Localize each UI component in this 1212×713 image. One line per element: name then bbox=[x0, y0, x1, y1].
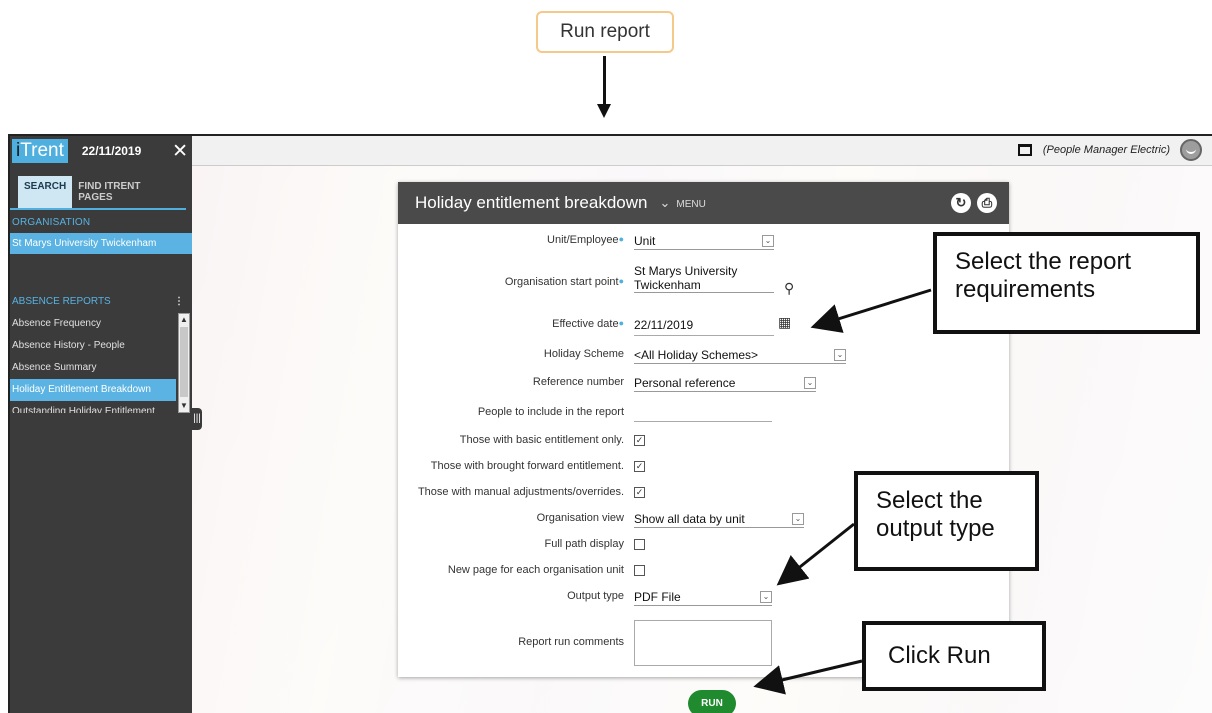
reference-number-select[interactable]: Personal reference ⌄ bbox=[634, 374, 816, 392]
panel-header-icons: ↻ ⎙ bbox=[951, 193, 997, 213]
sidebar-date: 22/11/2019 bbox=[81, 144, 142, 158]
down-arrow-head bbox=[597, 104, 611, 118]
calendar-icon[interactable]: ▦ bbox=[778, 314, 791, 331]
scroll-thumb[interactable] bbox=[180, 327, 188, 397]
avatar[interactable] bbox=[1180, 139, 1202, 161]
absence-reports-header: ABSENCE REPORTS ⋮ bbox=[10, 254, 192, 307]
chevron-down-icon: ⌄ bbox=[834, 348, 846, 361]
close-icon[interactable]: ✕ bbox=[172, 140, 188, 163]
search-icon[interactable]: ⚲ bbox=[784, 280, 794, 297]
down-arrow bbox=[603, 56, 606, 108]
callout-select-output-type: Select the output type bbox=[854, 471, 1039, 571]
window-icon[interactable] bbox=[1018, 144, 1032, 156]
report-list: Absence Frequency Absence History - Peop… bbox=[10, 313, 192, 413]
effective-date-label: Effective date● bbox=[552, 318, 624, 330]
full-path-label: Full path display bbox=[544, 538, 625, 550]
basic-entitlement-checkbox[interactable]: ✓ bbox=[634, 435, 645, 446]
report-list-scrollbar[interactable]: ▲ ▼ bbox=[178, 313, 190, 413]
holiday-scheme-label: Holiday Scheme bbox=[543, 348, 624, 360]
new-page-label: New page for each organisation unit bbox=[447, 564, 624, 576]
panel-title: Holiday entitlement breakdown bbox=[415, 193, 648, 212]
comments-label: Report run comments bbox=[518, 636, 624, 648]
report-item-holiday-entitlement-breakdown[interactable]: Holiday Entitlement Breakdown bbox=[10, 379, 176, 401]
chevron-down-icon: ⌄ bbox=[659, 195, 671, 210]
sidebar: iTrent 22/11/2019 ✕ SEARCH FIND ITRENT P… bbox=[10, 136, 192, 713]
effective-date-field[interactable]: 22/11/2019 bbox=[634, 318, 774, 336]
refresh-icon[interactable]: ↻ bbox=[951, 193, 971, 213]
tab-find-itrent-pages[interactable]: FIND ITRENT PAGES bbox=[72, 176, 178, 208]
org-start-field[interactable]: St Marys University Twickenham bbox=[634, 264, 774, 293]
brought-forward-checkbox[interactable]: ✓ bbox=[634, 461, 645, 472]
menu-button[interactable]: ⌄ MENU bbox=[659, 195, 705, 211]
chevron-down-icon: ⌄ bbox=[804, 376, 816, 389]
top-bar: (People Manager Electric) bbox=[192, 136, 1212, 166]
run-button[interactable]: RUN bbox=[688, 690, 736, 713]
reference-number-label: Reference number bbox=[532, 376, 624, 388]
comments-textarea[interactable] bbox=[634, 620, 772, 666]
callout-select-requirements: Select the report requirements bbox=[933, 232, 1200, 334]
chevron-down-icon: ⌄ bbox=[792, 512, 804, 525]
org-view-label: Organisation view bbox=[536, 512, 624, 524]
scroll-up-icon[interactable]: ▲ bbox=[179, 314, 189, 326]
organisation-item[interactable]: St Marys University Twickenham bbox=[10, 233, 192, 254]
output-type-label: Output type bbox=[567, 590, 624, 602]
panel-header: Holiday entitlement breakdown ⌄ MENU ↻ ⎙ bbox=[398, 182, 1009, 224]
organisation-label: ORGANISATION bbox=[12, 217, 91, 228]
report-item-absence-history[interactable]: Absence History - People bbox=[10, 335, 176, 357]
sidebar-header: iTrent 22/11/2019 ✕ bbox=[10, 136, 192, 166]
itrent-logo: iTrent bbox=[12, 139, 68, 163]
holiday-scheme-select[interactable]: <All Holiday Schemes> ⌄ bbox=[634, 346, 846, 364]
run-report-callout: Run report bbox=[536, 11, 674, 53]
report-item-absence-summary[interactable]: Absence Summary bbox=[10, 357, 176, 379]
basic-entitlement-label: Those with basic entitlement only. bbox=[459, 434, 624, 446]
manual-adjust-checkbox[interactable]: ✓ bbox=[634, 487, 645, 498]
output-type-select[interactable]: PDF File ⌄ bbox=[634, 588, 772, 606]
people-include-label: People to include in the report bbox=[477, 406, 624, 418]
tab-search[interactable]: SEARCH bbox=[18, 176, 73, 208]
unit-employee-label: Unit/Employee● bbox=[547, 234, 624, 246]
scroll-down-icon[interactable]: ▼ bbox=[179, 400, 189, 412]
user-role-label: (People Manager Electric) bbox=[1042, 144, 1170, 156]
absence-reports-label: ABSENCE REPORTS bbox=[12, 296, 111, 307]
report-panel: Holiday entitlement breakdown ⌄ MENU ↻ ⎙ … bbox=[398, 182, 1009, 677]
callout-click-run: Click Run bbox=[862, 621, 1046, 691]
new-page-checkbox[interactable] bbox=[634, 565, 645, 576]
sidebar-collapse-handle[interactable]: ||| bbox=[192, 408, 202, 430]
people-include-field[interactable] bbox=[634, 404, 772, 422]
sidebar-tabs: SEARCH FIND ITRENT PAGES bbox=[10, 166, 186, 210]
org-view-select[interactable]: Show all data by unit ⌄ bbox=[634, 510, 804, 528]
chevron-down-icon: ⌄ bbox=[760, 590, 772, 603]
chevron-down-icon: ⌄ bbox=[762, 234, 774, 247]
kebab-menu-icon[interactable]: ⋮ bbox=[174, 296, 184, 307]
brought-forward-label: Those with brought forward entitlement. bbox=[430, 460, 624, 472]
report-item-outstanding-holiday-entitlement[interactable]: Outstanding Holiday Entitlement bbox=[10, 401, 176, 413]
full-path-checkbox[interactable] bbox=[634, 539, 645, 550]
org-start-label: Organisation start point● bbox=[504, 276, 624, 288]
print-icon[interactable]: ⎙ bbox=[977, 193, 997, 213]
unit-employee-select[interactable]: Unit ⌄ bbox=[634, 232, 774, 250]
report-item-absence-frequency[interactable]: Absence Frequency bbox=[10, 313, 176, 335]
manual-adjust-label: Those with manual adjustments/overrides. bbox=[417, 486, 624, 498]
